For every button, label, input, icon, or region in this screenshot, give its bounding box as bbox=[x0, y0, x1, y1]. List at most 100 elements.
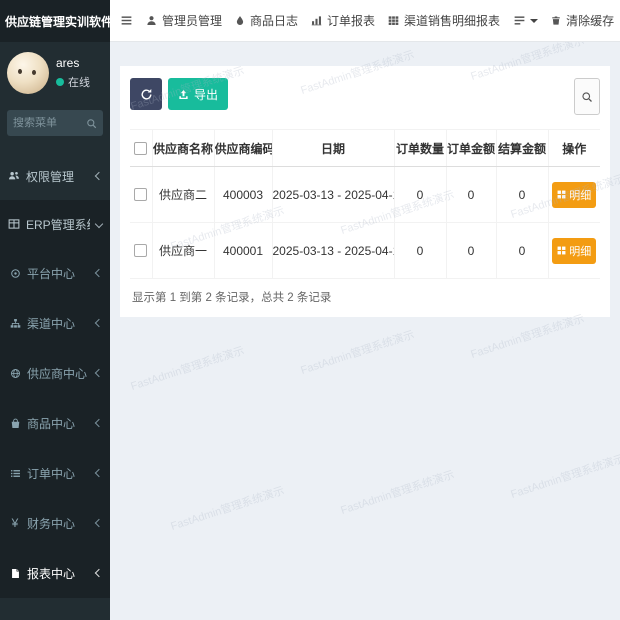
row-checkbox[interactable] bbox=[134, 188, 147, 201]
report-table: 供应商名称 供应商编码 日期 订单数量 订单金额 结算金额 操作 供应商二 40… bbox=[130, 129, 600, 279]
report-panel: 导出 供应商名称 供应商编码 日期 订单数量 订单金额 bbox=[120, 66, 610, 317]
column-header-order-amount: 订单金额 bbox=[446, 130, 496, 167]
sidebar-item-label: 报表中心 bbox=[27, 565, 75, 582]
sidebar-item-label: 商品中心 bbox=[27, 415, 75, 432]
cell-settle-amount: 0 bbox=[496, 223, 548, 279]
sidebar-item-label: 订单中心 bbox=[27, 465, 75, 482]
cell-order-qty: 0 bbox=[394, 223, 446, 279]
chevron-left-icon bbox=[95, 419, 103, 427]
brand-title: 供应链管理实训软件 bbox=[0, 0, 110, 42]
column-header-supplier-name: 供应商名称 bbox=[152, 130, 214, 167]
table-header-row: 供应商名称 供应商编码 日期 订单数量 订单金额 结算金额 操作 bbox=[130, 130, 600, 167]
search-icon bbox=[85, 118, 97, 129]
table-row: 供应商一 400001 2025-03-13 - 2025-04-13 0 0 … bbox=[130, 223, 600, 279]
user-avatar bbox=[7, 52, 49, 94]
sidebar: 供应链管理实训软件 ares 在线 权限管理 bbox=[0, 0, 110, 620]
chevron-left-icon bbox=[95, 269, 103, 277]
tab-label: 管理员管理 bbox=[162, 12, 222, 29]
clear-cache-label: 清除缓存 bbox=[566, 12, 614, 29]
sidebar-item-label: 财务中心 bbox=[27, 515, 75, 532]
refresh-icon bbox=[140, 88, 153, 101]
sidebar-item-platform-center[interactable]: 平台中心 bbox=[0, 248, 110, 298]
column-header-order-qty: 订单数量 bbox=[394, 130, 446, 167]
tab-label: 商品日志 bbox=[250, 12, 298, 29]
sidebar-item-finance-center[interactable]: ¥ 财务中心 bbox=[0, 498, 110, 548]
detail-button[interactable]: 明细 bbox=[552, 182, 596, 208]
tab-product-log[interactable]: 商品日志 bbox=[235, 12, 298, 29]
upload-icon bbox=[178, 89, 189, 100]
detail-button[interactable]: 明细 bbox=[552, 238, 596, 264]
tab-list-dropdown[interactable] bbox=[513, 14, 538, 27]
sidebar-item-permission-management[interactable]: 权限管理 bbox=[0, 152, 110, 200]
sidebar-item-label: 平台中心 bbox=[27, 265, 75, 282]
yen-icon: ¥ bbox=[9, 517, 21, 529]
search-toggle-button[interactable] bbox=[574, 78, 600, 115]
chevron-left-icon bbox=[95, 369, 103, 377]
sidebar-username: ares bbox=[56, 56, 90, 70]
cell-date: 2025-03-13 - 2025-04-13 bbox=[272, 167, 394, 223]
sidebar-item-label: ERP管理系统 bbox=[26, 216, 90, 233]
cell-order-qty: 0 bbox=[394, 167, 446, 223]
sidebar-item-erp-system[interactable]: ERP管理系统 bbox=[0, 200, 110, 248]
column-header-supplier-code: 供应商编码 bbox=[214, 130, 272, 167]
sidebar-item-label: 供应商中心 bbox=[27, 365, 87, 382]
sidebar-user-panel: ares 在线 bbox=[0, 42, 110, 102]
cell-order-amount: 0 bbox=[446, 223, 496, 279]
user-icon bbox=[146, 15, 157, 26]
sidebar-item-supplier-center[interactable]: 供应商中心 bbox=[0, 348, 110, 398]
cell-supplier-code: 400001 bbox=[214, 223, 272, 279]
user-status: 在线 bbox=[56, 74, 90, 90]
export-button[interactable]: 导出 bbox=[168, 78, 228, 110]
cell-supplier-name: 供应商一 bbox=[152, 223, 214, 279]
cell-order-amount: 0 bbox=[446, 167, 496, 223]
sidebar-item-channel-center[interactable]: 渠道中心 bbox=[0, 298, 110, 348]
table-row: 供应商二 400003 2025-03-13 - 2025-04-13 0 0 … bbox=[130, 167, 600, 223]
caret-down-icon bbox=[530, 19, 538, 23]
grid-icon bbox=[388, 15, 399, 26]
menu-search-box bbox=[7, 110, 103, 136]
cell-supplier-code: 400003 bbox=[214, 167, 272, 223]
online-dot-icon bbox=[56, 78, 64, 86]
clear-cache-button[interactable]: 清除缓存 bbox=[551, 12, 614, 29]
grid-icon bbox=[557, 190, 566, 199]
row-checkbox[interactable] bbox=[134, 244, 147, 257]
chevron-left-icon bbox=[95, 569, 103, 577]
sidebar-item-label: 权限管理 bbox=[26, 168, 74, 185]
column-header-settle-amount: 结算金额 bbox=[496, 130, 548, 167]
detail-label: 明细 bbox=[569, 187, 591, 203]
chevron-left-icon bbox=[95, 519, 103, 527]
menu-search-input[interactable] bbox=[13, 117, 81, 129]
tab-label: 渠道销售明细报表 bbox=[404, 12, 500, 29]
chevron-left-icon bbox=[95, 319, 103, 327]
sidebar-item-product-center[interactable]: 商品中心 bbox=[0, 398, 110, 448]
tab-channel-sales-detail-report[interactable]: 渠道销售明细报表 bbox=[388, 12, 500, 29]
export-label: 导出 bbox=[194, 86, 218, 103]
pagination-summary: 显示第 1 到第 2 条记录，总共 2 条记录 bbox=[130, 279, 600, 311]
list-icon bbox=[9, 468, 21, 479]
chevron-left-icon bbox=[95, 172, 103, 180]
detail-label: 明细 bbox=[569, 243, 591, 259]
users-icon bbox=[8, 170, 20, 182]
tab-label: 订单报表 bbox=[327, 12, 375, 29]
column-header-action: 操作 bbox=[548, 130, 600, 167]
cell-supplier-name: 供应商二 bbox=[152, 167, 214, 223]
erp-treeview: ERP管理系统 平台中心 渠道中心 bbox=[0, 200, 110, 598]
tab-order-report[interactable]: 订单报表 bbox=[311, 12, 375, 29]
list-caret-icon bbox=[513, 14, 526, 27]
chevron-left-icon bbox=[95, 469, 103, 477]
chevron-down-icon bbox=[95, 220, 103, 228]
table-icon bbox=[8, 218, 20, 230]
bar-chart-icon bbox=[311, 15, 322, 26]
status-label: 在线 bbox=[68, 74, 90, 90]
grid-icon bbox=[557, 246, 566, 255]
select-all-checkbox[interactable] bbox=[134, 142, 147, 155]
refresh-button[interactable] bbox=[130, 78, 162, 110]
cell-date: 2025-03-13 - 2025-04-13 bbox=[272, 223, 394, 279]
tint-icon bbox=[235, 15, 245, 26]
hamburger-icon[interactable] bbox=[120, 14, 133, 27]
sidebar-item-report-center[interactable]: 报表中心 bbox=[0, 548, 110, 598]
tab-admin-management[interactable]: 管理员管理 bbox=[146, 12, 222, 29]
file-icon bbox=[9, 568, 21, 579]
sidebar-item-order-center[interactable]: 订单中心 bbox=[0, 448, 110, 498]
topnav-right-group: 清除缓存 ares bbox=[551, 11, 620, 31]
